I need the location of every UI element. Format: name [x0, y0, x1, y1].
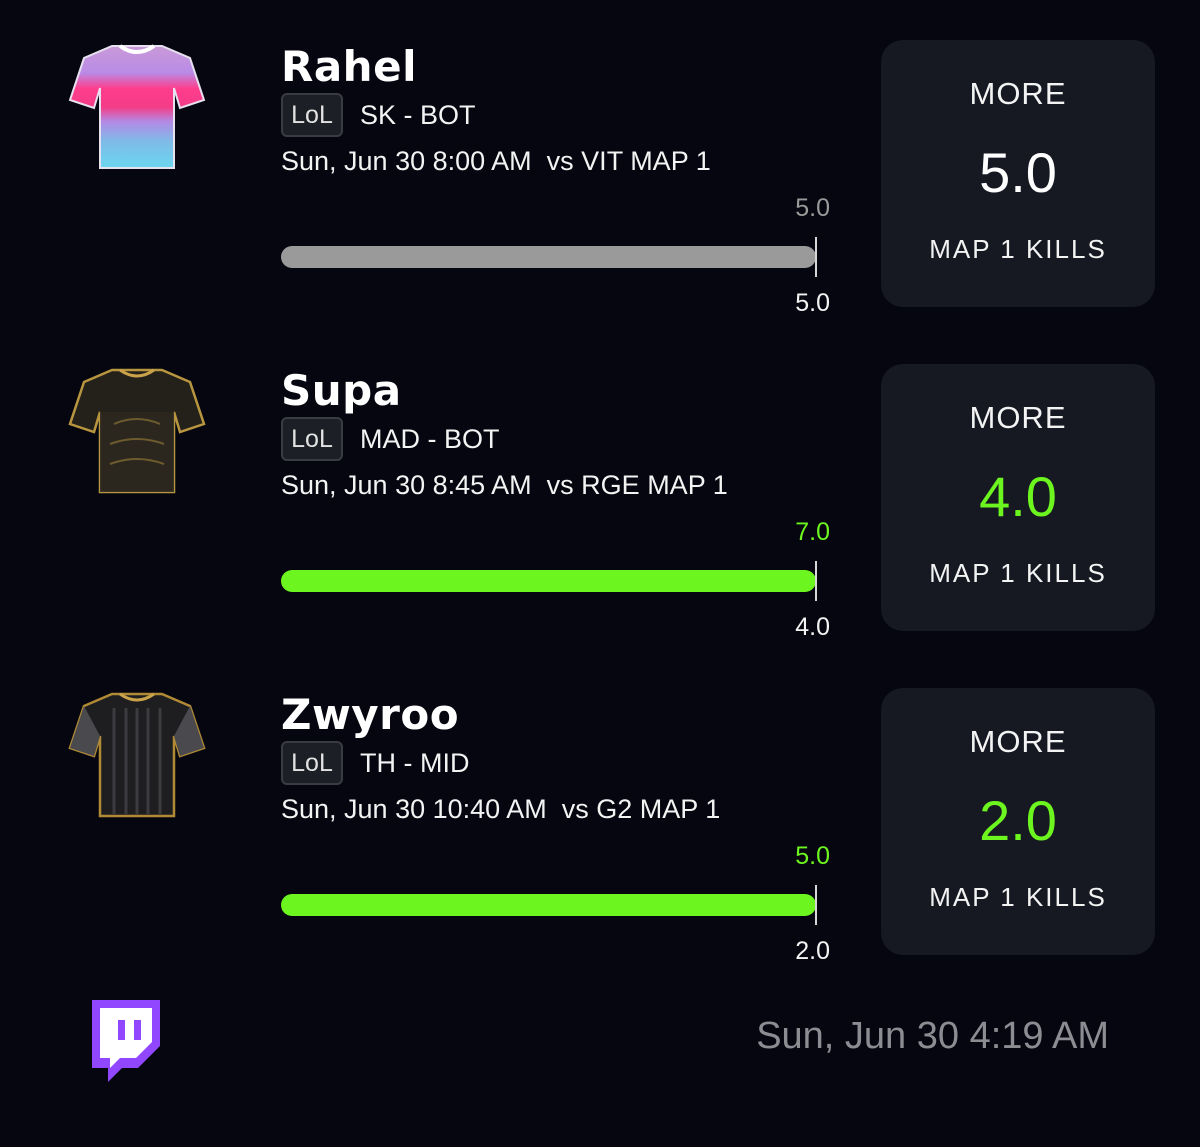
pick-row[interactable]: Zwyroo LoL TH - MID Sun, Jun 30 10:40 AM…	[0, 688, 1200, 988]
line-value: 2.0	[979, 789, 1057, 852]
line-value: 5.0	[979, 141, 1057, 204]
player-name: Zwyroo	[281, 690, 460, 739]
stat-type: MAP 1 KILLS	[929, 882, 1107, 912]
line-value: 4.0	[979, 465, 1057, 528]
pick-direction: MORE	[969, 76, 1067, 111]
pick-direction: MORE	[969, 724, 1067, 759]
bar-bottom-value: 5.0	[795, 289, 830, 317]
team-position: TH - MID	[360, 748, 470, 778]
player-name: Supa	[281, 366, 402, 415]
projection-card[interactable]: MORE 5.0 MAP 1 KILLS	[881, 40, 1155, 307]
bar-marker	[815, 561, 817, 601]
player-name: Rahel	[281, 42, 417, 91]
jersey-black-gold-icon	[68, 368, 206, 494]
footer-timestamp: Sun, Jun 30 4:19 AM	[756, 1015, 1109, 1057]
match-schedule: Sun, Jun 30 8:00 AM vs VIT MAP 1	[281, 146, 711, 176]
game-badge: LoL	[281, 741, 343, 785]
projection-card[interactable]: MORE 2.0 MAP 1 KILLS	[881, 688, 1155, 955]
jersey-black-pattern-icon	[68, 692, 206, 818]
progress-bar	[281, 894, 816, 916]
bar-bottom-value: 4.0	[795, 613, 830, 641]
bar-top-value: 7.0	[795, 518, 830, 546]
bar-bottom-value: 2.0	[795, 937, 830, 965]
projection-card[interactable]: MORE 4.0 MAP 1 KILLS	[881, 364, 1155, 631]
team-position: SK - BOT	[360, 100, 476, 130]
twitch-icon	[92, 1000, 160, 1082]
progress-bar	[281, 246, 816, 268]
jersey-pink-blue-icon	[68, 44, 206, 169]
pick-row[interactable]: Supa LoL MAD - BOT Sun, Jun 30 8:45 AM v…	[0, 364, 1200, 664]
match-schedule: Sun, Jun 30 8:45 AM vs RGE MAP 1	[281, 470, 728, 500]
match-schedule: Sun, Jun 30 10:40 AM vs G2 MAP 1	[281, 794, 721, 824]
stat-type: MAP 1 KILLS	[929, 558, 1107, 588]
game-badge: LoL	[281, 417, 343, 461]
game-badge: LoL	[281, 93, 343, 137]
pick-row[interactable]: Rahel LoL SK - BOT Sun, Jun 30 8:00 AM v…	[0, 40, 1200, 340]
team-position: MAD - BOT	[360, 424, 500, 454]
bar-marker	[815, 237, 817, 277]
bar-top-value: 5.0	[795, 194, 830, 222]
progress-bar	[281, 570, 816, 592]
stat-type: MAP 1 KILLS	[929, 234, 1107, 264]
pick-direction: MORE	[969, 400, 1067, 435]
bar-top-value: 5.0	[795, 842, 830, 870]
bar-marker	[815, 885, 817, 925]
